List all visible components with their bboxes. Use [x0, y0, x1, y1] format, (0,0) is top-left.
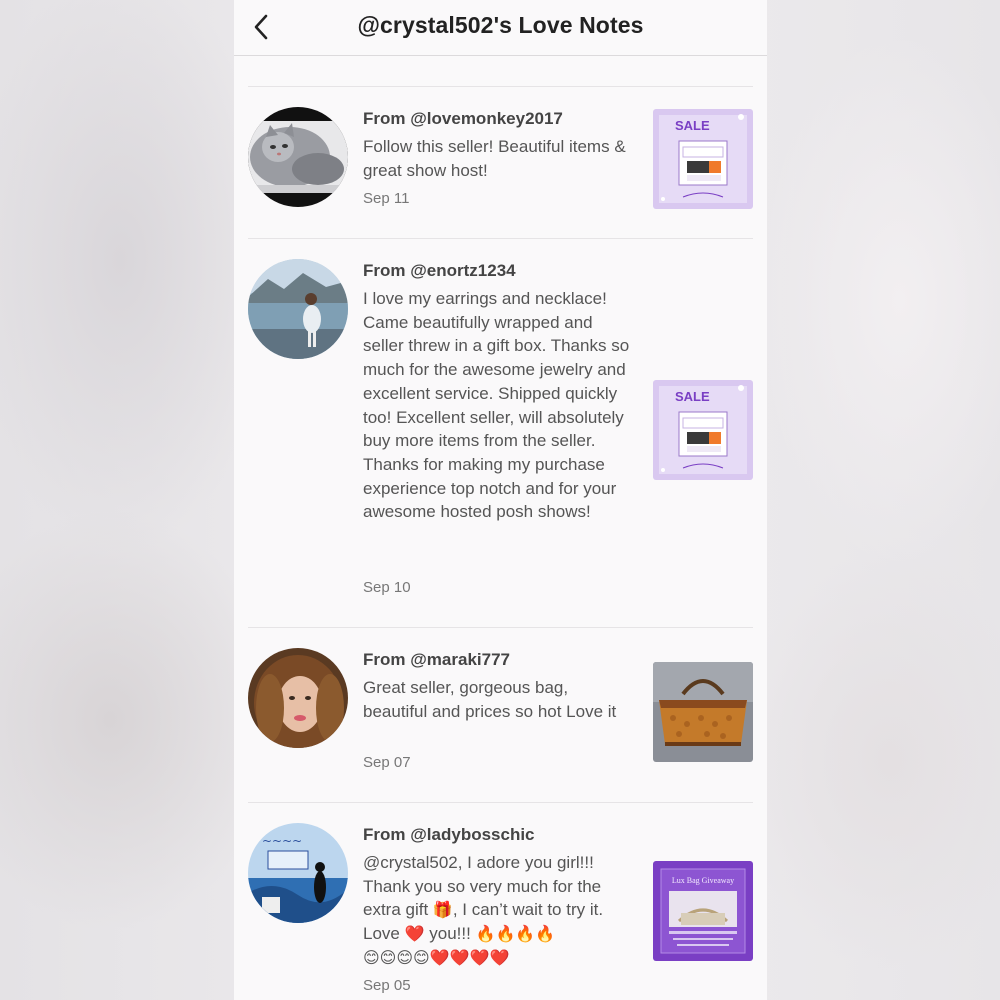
note-sender: From @maraki777 [363, 650, 510, 669]
note-date: Sep 07 [363, 754, 411, 771]
page-title: @crystal502's Love Notes [357, 12, 644, 38]
avatar[interactable]: ~~~~ [248, 823, 348, 923]
note-date: Sep 05 [363, 977, 411, 994]
avatar[interactable] [248, 107, 348, 207]
note-message: Follow this seller! Beautiful items & gr… [363, 137, 626, 180]
love-note-item: From @maraki777 Great seller, gorgeous b… [248, 627, 753, 803]
note-message: I love my earrings and necklace! Came be… [363, 289, 630, 522]
note-date: Sep 11 [363, 190, 410, 207]
giveaway-title: Lux Bag Giveaway [672, 876, 734, 885]
note-message: Great seller, gorgeous bag, beautiful an… [363, 678, 617, 721]
listing-thumbnail[interactable] [653, 662, 753, 762]
avatar[interactable] [248, 259, 348, 359]
top-bar: @crystal502's Love Notes [234, 0, 767, 56]
back-button[interactable] [246, 12, 276, 42]
note-sender: From @ladybosschic [363, 825, 535, 844]
fire-icon: 🔥🔥🔥🔥 [475, 926, 556, 944]
chevron-left-icon [254, 14, 268, 40]
svg-text:~~~~: ~~~~ [262, 834, 302, 848]
app-screen: @crystal502's Love Notes From @lovemonke… [234, 0, 767, 1000]
listing-thumbnail[interactable]: SALE [653, 109, 753, 209]
note-message: @crystal502, I adore you girl!!! Thank y… [363, 851, 635, 970]
love-note-item: From @lovemonkey2017 Follow this seller!… [248, 86, 753, 238]
listing-thumbnail[interactable]: Lux Bag Giveaway [653, 861, 753, 961]
note-sender: From @enortz1234 [363, 261, 516, 280]
avatar[interactable] [248, 648, 348, 748]
sale-label: SALE [675, 389, 710, 404]
sale-label: SALE [675, 118, 710, 133]
love-note-item: ~~~~ From @ladybosschic @crystal502, I a… [248, 802, 753, 1000]
note-date: Sep 10 [363, 579, 411, 596]
listing-thumbnail[interactable]: SALE [653, 380, 753, 480]
note-sender: From @lovemonkey2017 [363, 109, 563, 128]
smile-heart-icons: 😊😊😊😊❤️❤️❤️❤️ [363, 949, 510, 967]
love-note-item: From @enortz1234 I love my earrings and … [248, 238, 753, 628]
heart-icon: ❤️ [404, 926, 425, 944]
gift-icon: 🎁 [432, 902, 453, 920]
message-text: you!!! [424, 924, 476, 944]
